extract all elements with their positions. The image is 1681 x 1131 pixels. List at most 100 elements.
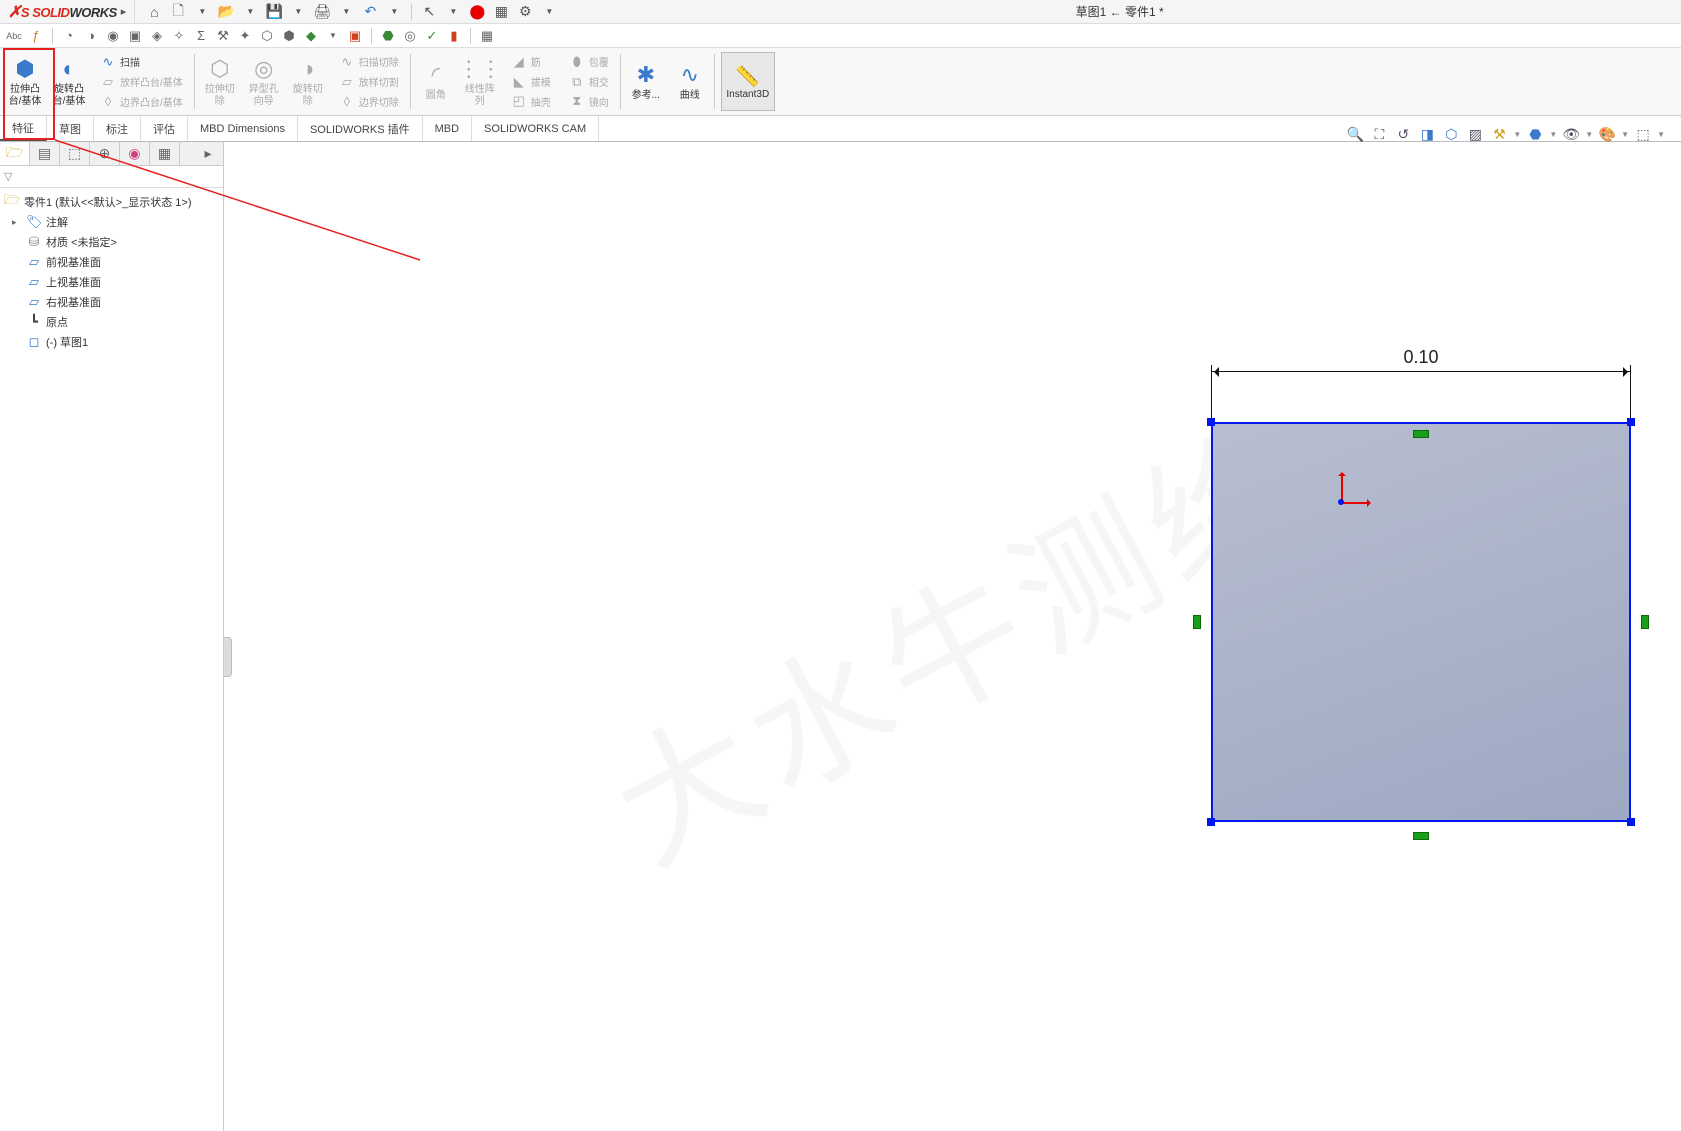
- tree-root[interactable]: 🗁 零件1 (默认<<默认>_显示状态 1>): [2, 192, 221, 212]
- options-icon[interactable]: ▦: [492, 3, 510, 21]
- feature-tree-tab[interactable]: 🗁: [0, 142, 30, 165]
- fillet-label: 圆角: [426, 90, 446, 102]
- tool-icon[interactable]: ▦: [477, 26, 497, 46]
- tool-icon[interactable]: ◉: [103, 26, 123, 46]
- panel-tabs: 🗁 ▤ ⬚ ⊕ ◉ ▦ ▸: [0, 142, 223, 166]
- f-icon[interactable]: ƒ: [26, 26, 46, 46]
- select-icon[interactable]: ↖: [420, 3, 438, 21]
- tab-sw-cam[interactable]: SOLIDWORKS CAM: [472, 116, 599, 141]
- tree-material[interactable]: ⛁ 材质 <未指定>: [2, 232, 221, 252]
- tree-sketch1[interactable]: ◻ (-) 草图1: [2, 332, 221, 352]
- tool-icon[interactable]: ◆: [301, 26, 321, 46]
- tool-icon[interactable]: ✧: [169, 26, 189, 46]
- graphics-viewport[interactable]: 大水牛测绘 0.10: [224, 142, 1681, 1131]
- panel-collapse-handle[interactable]: [224, 637, 232, 677]
- appearance-icon[interactable]: 🎨: [1597, 124, 1617, 144]
- panel-menu-icon[interactable]: ▸: [193, 142, 223, 165]
- check-icon[interactable]: ✓: [422, 26, 442, 46]
- dropdown-icon[interactable]: ▼: [289, 3, 307, 21]
- eye-icon[interactable]: 👁: [1561, 124, 1581, 144]
- tree-annotations[interactable]: ▸ 🏷 注解: [2, 212, 221, 232]
- config-tab[interactable]: ⬚: [60, 142, 90, 165]
- tool-icon[interactable]: ⬢: [279, 26, 299, 46]
- dimension-value[interactable]: 0.10: [1403, 347, 1438, 368]
- section-view-icon[interactable]: ◨: [1417, 124, 1437, 144]
- vertex-icon[interactable]: [1627, 418, 1635, 426]
- tool-icon[interactable]: ▮: [444, 26, 464, 46]
- dropdown-icon[interactable]: ▼: [540, 3, 558, 21]
- hide-show-icon[interactable]: ⬣: [1525, 124, 1545, 144]
- tab-mbd-dim[interactable]: MBD Dimensions: [188, 116, 298, 141]
- tree-top-plane[interactable]: ▱ 上视基准面: [2, 272, 221, 292]
- save-icon[interactable]: 💾: [265, 3, 283, 21]
- tool-icon[interactable]: ▣: [345, 26, 365, 46]
- tool-icon[interactable]: ✦: [235, 26, 255, 46]
- sigma-icon[interactable]: Σ: [191, 26, 211, 46]
- dropdown-icon[interactable]: ▼: [193, 3, 211, 21]
- display-tab[interactable]: ◉: [120, 142, 150, 165]
- abc-icon[interactable]: Abc: [4, 26, 24, 46]
- ref-geom-button[interactable]: ✱ 参考...: [625, 50, 667, 113]
- dropdown-icon[interactable]: ▼: [444, 3, 462, 21]
- dropdown-icon[interactable]: ▼: [241, 3, 259, 21]
- macro-toolbar: Abc ƒ ◔ ◑ ◉ ▣ ◈ ✧ Σ ⚒ ✦ ⬡ ⬢ ◆ ▼ ▣ ⬣ ◎ ✓ …: [0, 24, 1681, 48]
- tab-evaluate[interactable]: 评估: [141, 116, 188, 141]
- tree-root-label: 零件1 (默认<<默认>_显示状态 1>): [24, 194, 192, 210]
- tab-annotate[interactable]: 标注: [94, 116, 141, 141]
- tree-front-plane[interactable]: ▱ 前视基准面: [2, 252, 221, 272]
- dropdown-icon[interactable]: ▼: [385, 3, 403, 21]
- tab-mbd[interactable]: MBD: [423, 116, 472, 141]
- sketch-face[interactable]: [1211, 422, 1631, 822]
- print-icon[interactable]: 🖨: [313, 3, 331, 21]
- extrude-boss-button[interactable]: ⬢ 拉伸凸台/基体: [4, 50, 46, 113]
- expand-icon[interactable]: ▸: [12, 217, 22, 228]
- tree-origin[interactable]: ┗ 原点: [2, 312, 221, 332]
- tree-right-plane[interactable]: ▱ 右视基准面: [2, 292, 221, 312]
- sweep-button[interactable]: ∿扫描: [96, 52, 187, 72]
- zoom-window-icon[interactable]: ⛶: [1369, 124, 1389, 144]
- tool-icon[interactable]: ◎: [400, 26, 420, 46]
- undo-icon[interactable]: ↶: [361, 3, 379, 21]
- tool-icon[interactable]: ◔: [59, 26, 79, 46]
- display-style-icon[interactable]: ▨: [1465, 124, 1485, 144]
- vertex-icon[interactable]: [1207, 418, 1215, 426]
- scene-icon[interactable]: ⬚: [1633, 124, 1653, 144]
- home-icon[interactable]: ⌂: [145, 3, 163, 21]
- dimension-horizontal[interactable]: 0.10: [1211, 347, 1631, 407]
- tool-icon[interactable]: ▣: [125, 26, 145, 46]
- tool-icon[interactable]: ⚒: [213, 26, 233, 46]
- tab-sketch[interactable]: 草图: [47, 116, 94, 141]
- dimxpert-tab[interactable]: ⊕: [90, 142, 120, 165]
- tool-icon[interactable]: ⬡: [257, 26, 277, 46]
- curves-label: 曲线: [680, 90, 700, 102]
- tool-icon[interactable]: ◈: [147, 26, 167, 46]
- dropdown-icon[interactable]: ▼: [337, 3, 355, 21]
- horizontal-constraint-icon[interactable]: [1413, 430, 1429, 438]
- tab-sw-addins[interactable]: SOLIDWORKS 插件: [298, 116, 423, 141]
- new-icon[interactable]: 🗋: [169, 3, 187, 21]
- vertex-icon[interactable]: [1207, 818, 1215, 826]
- sketch-rectangle[interactable]: [1211, 422, 1631, 822]
- vertex-icon[interactable]: [1627, 818, 1635, 826]
- dropdown-icon[interactable]: ▼: [323, 26, 343, 46]
- vertical-constraint-icon[interactable]: [1641, 615, 1649, 629]
- property-tab[interactable]: ▤: [30, 142, 60, 165]
- vertical-constraint-icon[interactable]: [1193, 615, 1201, 629]
- curves-button[interactable]: ∿ 曲线: [669, 50, 711, 113]
- settings-icon[interactable]: ⚙: [516, 3, 534, 21]
- tool-icon[interactable]: ◑: [81, 26, 101, 46]
- open-icon[interactable]: 📂: [217, 3, 235, 21]
- app-logo[interactable]: ✗S SOLIDWORKS ▸: [0, 0, 135, 23]
- previous-view-icon[interactable]: ↺: [1393, 124, 1413, 144]
- revolve-boss-button[interactable]: ◐ 旋转凸台/基体: [48, 50, 90, 113]
- extra-tab[interactable]: ▦: [150, 142, 180, 165]
- tool-icon[interactable]: ⬣: [378, 26, 398, 46]
- traffic-light-icon[interactable]: ⬤: [468, 3, 486, 21]
- tree-filter[interactable]: ▽: [0, 166, 223, 188]
- view-orientation-icon[interactable]: ⬡: [1441, 124, 1461, 144]
- instant3d-button[interactable]: 📏 Instant3D: [721, 52, 775, 111]
- tool-icon[interactable]: ⚒: [1489, 124, 1509, 144]
- zoom-icon[interactable]: 🔍: [1345, 124, 1365, 144]
- horizontal-constraint-icon[interactable]: [1413, 832, 1429, 840]
- tab-features[interactable]: 特征: [0, 116, 47, 141]
